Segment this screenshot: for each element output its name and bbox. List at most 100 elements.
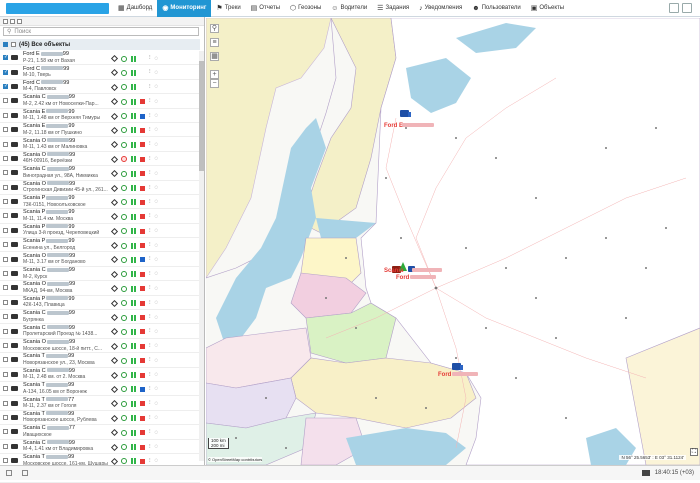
chart-icon[interactable]: ⫶	[149, 185, 151, 192]
chart-icon[interactable]: ⫶	[149, 127, 151, 134]
app-logo[interactable]	[6, 2, 109, 14]
chart-icon[interactable]: ⫶	[149, 271, 151, 278]
list-item[interactable]: Scania O 99 М-11, 3.17 км от Богданово ⫶ ◌	[0, 252, 200, 267]
list-item[interactable]: Scania O 99 Московское шоссе, 18-й питт., …	[0, 339, 200, 354]
list-item[interactable]: Scania T 99 Новорязанское ул., 23, Москва ⫶…	[0, 353, 200, 368]
group-checkbox[interactable]	[3, 42, 8, 47]
list-item[interactable]: Scania O 99 М-11, 1.43 км от Малиновка ⫶ ◌	[0, 137, 200, 152]
chart-icon[interactable]: ⫶	[149, 343, 151, 350]
chart-icon[interactable]: ⫶	[149, 400, 151, 407]
chart-icon[interactable]: ⫶	[149, 156, 151, 163]
nav-tasks[interactable]: ☰ Задания	[372, 0, 414, 17]
object-checkbox[interactable]	[3, 328, 8, 334]
menu-icon[interactable]: ◌	[155, 199, 159, 205]
nav-tracks[interactable]: ⚑ Треки	[211, 0, 245, 17]
settings-icon[interactable]	[669, 3, 679, 13]
menu-icon[interactable]: ◌	[155, 142, 159, 148]
nav-monitoring[interactable]: ◉ Мониторинг	[157, 0, 212, 17]
chart-icon[interactable]: ⫶	[149, 314, 151, 321]
chart-icon[interactable]: ⫶	[149, 69, 151, 76]
search-map-icon[interactable]: ⚲	[210, 24, 219, 33]
menu-icon[interactable]: ◌	[155, 458, 159, 464]
chart-icon[interactable]: ⫶	[149, 458, 151, 465]
menu-icon[interactable]: ◌	[155, 329, 159, 335]
status-icon-2[interactable]	[22, 470, 28, 476]
chart-icon[interactable]: ⫶	[149, 170, 151, 177]
menu-icon[interactable]: ◌	[155, 84, 159, 90]
chart-icon[interactable]: ⫶	[149, 444, 151, 451]
chart-icon[interactable]: ⫶	[149, 98, 151, 105]
chart-icon[interactable]: ⫶	[149, 213, 151, 220]
menu-icon[interactable]: ◌	[155, 386, 159, 392]
menu-icon[interactable]: ◌	[155, 70, 159, 76]
object-checkbox[interactable]	[3, 242, 8, 248]
toolbar-icon-2[interactable]	[17, 18, 22, 24]
object-checkbox[interactable]	[3, 285, 8, 291]
menu-icon[interactable]: ◌	[155, 444, 159, 450]
object-checkbox[interactable]	[3, 299, 8, 305]
layers-icon[interactable]: ≡	[210, 38, 219, 47]
nav-objects[interactable]: ▣ Объекты	[526, 0, 569, 17]
chart-icon[interactable]: ⫶	[149, 113, 151, 120]
object-checkbox[interactable]	[3, 443, 8, 449]
list-item[interactable]: Scania C 99 Виноградная ул., 98А, Никмикка…	[0, 166, 200, 181]
list-item[interactable]: Scania O 99 Строгинская Дивизии 45-й ул., …	[0, 181, 200, 195]
chart-icon[interactable]: ⫶	[149, 228, 151, 235]
menu-icon[interactable]: ◌	[155, 415, 159, 421]
list-item[interactable]: Scania P 99 73К-0151, Новоолъховское ⫶ ◌	[0, 195, 200, 210]
menu-icon[interactable]: ◌	[155, 214, 159, 220]
nav-notifications[interactable]: ♪ Уведомления	[414, 0, 467, 17]
menu-icon[interactable]: ◌	[155, 127, 159, 133]
chart-icon[interactable]: ⫶	[149, 242, 151, 249]
object-checkbox[interactable]	[3, 357, 8, 363]
list-item[interactable]: Scania C 99 М-2, Курск ⫶ ◌	[0, 267, 200, 282]
chart-icon[interactable]: ⫶	[149, 429, 151, 436]
menu-icon[interactable]: ◌	[155, 257, 159, 263]
menu-icon[interactable]: ◌	[155, 300, 159, 306]
menu-icon[interactable]: ◌	[155, 358, 159, 364]
object-checkbox[interactable]	[3, 256, 8, 262]
chart-icon[interactable]: ⫶	[149, 55, 151, 62]
chart-icon[interactable]: ⫶	[149, 386, 151, 393]
map-view[interactable]: Ford E Scania Ford Ford ⚲ ≡ ▦ + − 100 km…	[206, 18, 700, 465]
list-item[interactable]: Scania E 99 М-2, 11.18 км от Пушкино ⫶ ◌	[0, 123, 200, 138]
object-checkbox[interactable]	[3, 271, 8, 277]
object-checkbox[interactable]	[3, 127, 8, 133]
chart-icon[interactable]: ⫶	[149, 285, 151, 292]
group-all-objects[interactable]: (45) Все объекты	[0, 39, 200, 50]
monitor-status-icon[interactable]	[642, 470, 650, 476]
list-item[interactable]: Scania C 99 М-11, 2.48 км. от 2. Москва ⫶ ◌	[0, 368, 200, 382]
map-type-icon[interactable]: ▦	[210, 52, 219, 61]
list-item[interactable]: Scania P 99 Есенина ул., Белгород ⫶ ◌	[0, 238, 200, 253]
menu-icon[interactable]: ◌	[155, 99, 159, 105]
object-checkbox[interactable]	[3, 155, 8, 161]
menu-icon[interactable]: ◌	[155, 56, 159, 62]
search-input[interactable]: ⚲ Поиск	[3, 27, 199, 36]
object-checkbox[interactable]	[3, 400, 8, 406]
menu-icon[interactable]: ◌	[155, 401, 159, 407]
menu-icon[interactable]: ◌	[155, 185, 159, 191]
list-item[interactable]: Scania C 99 М-2, 2.42 км от Новоселки-Пар.…	[0, 94, 200, 109]
chart-icon[interactable]: ⫶	[149, 372, 151, 379]
list-item[interactable]: Scania T 77 М-11, 2.37 км от Гоголя ⫶ ◌	[0, 396, 200, 411]
nav-users[interactable]: ☻ Пользователи	[467, 0, 526, 17]
menu-icon[interactable]: ◌	[155, 156, 159, 162]
object-checkbox[interactable]	[3, 184, 8, 190]
list-item[interactable]: ✓ Ford C 99 М-10, Тверь ⫶ ◌	[0, 65, 200, 80]
list-item[interactable]: Scania C 77 Иващихское ⫶ ◌	[0, 425, 200, 440]
status-icon-1[interactable]	[6, 470, 12, 476]
list-item[interactable]: Scania P 99 Улица 3-й проезд, Череповецкий…	[0, 224, 200, 239]
object-checkbox[interactable]	[3, 371, 8, 377]
toolbar-checkbox[interactable]	[3, 18, 8, 24]
object-checkbox[interactable]	[3, 414, 8, 420]
object-checkbox[interactable]	[3, 199, 8, 205]
object-checkbox[interactable]	[3, 458, 8, 464]
chart-icon[interactable]: ⫶	[149, 415, 151, 422]
nav-drivers[interactable]: ☺ Водители	[326, 0, 372, 17]
list-item[interactable]: Scania O 99 46Н-00916, Береёзки ⫶ ◌	[0, 152, 200, 167]
menu-icon[interactable]: ◌	[155, 228, 159, 234]
nav-dashboard[interactable]: ▦ Дашборд	[113, 0, 157, 17]
chart-icon[interactable]: ⫶	[149, 256, 151, 263]
chart-icon[interactable]: ⫶	[149, 199, 151, 206]
object-checkbox[interactable]	[3, 213, 8, 219]
